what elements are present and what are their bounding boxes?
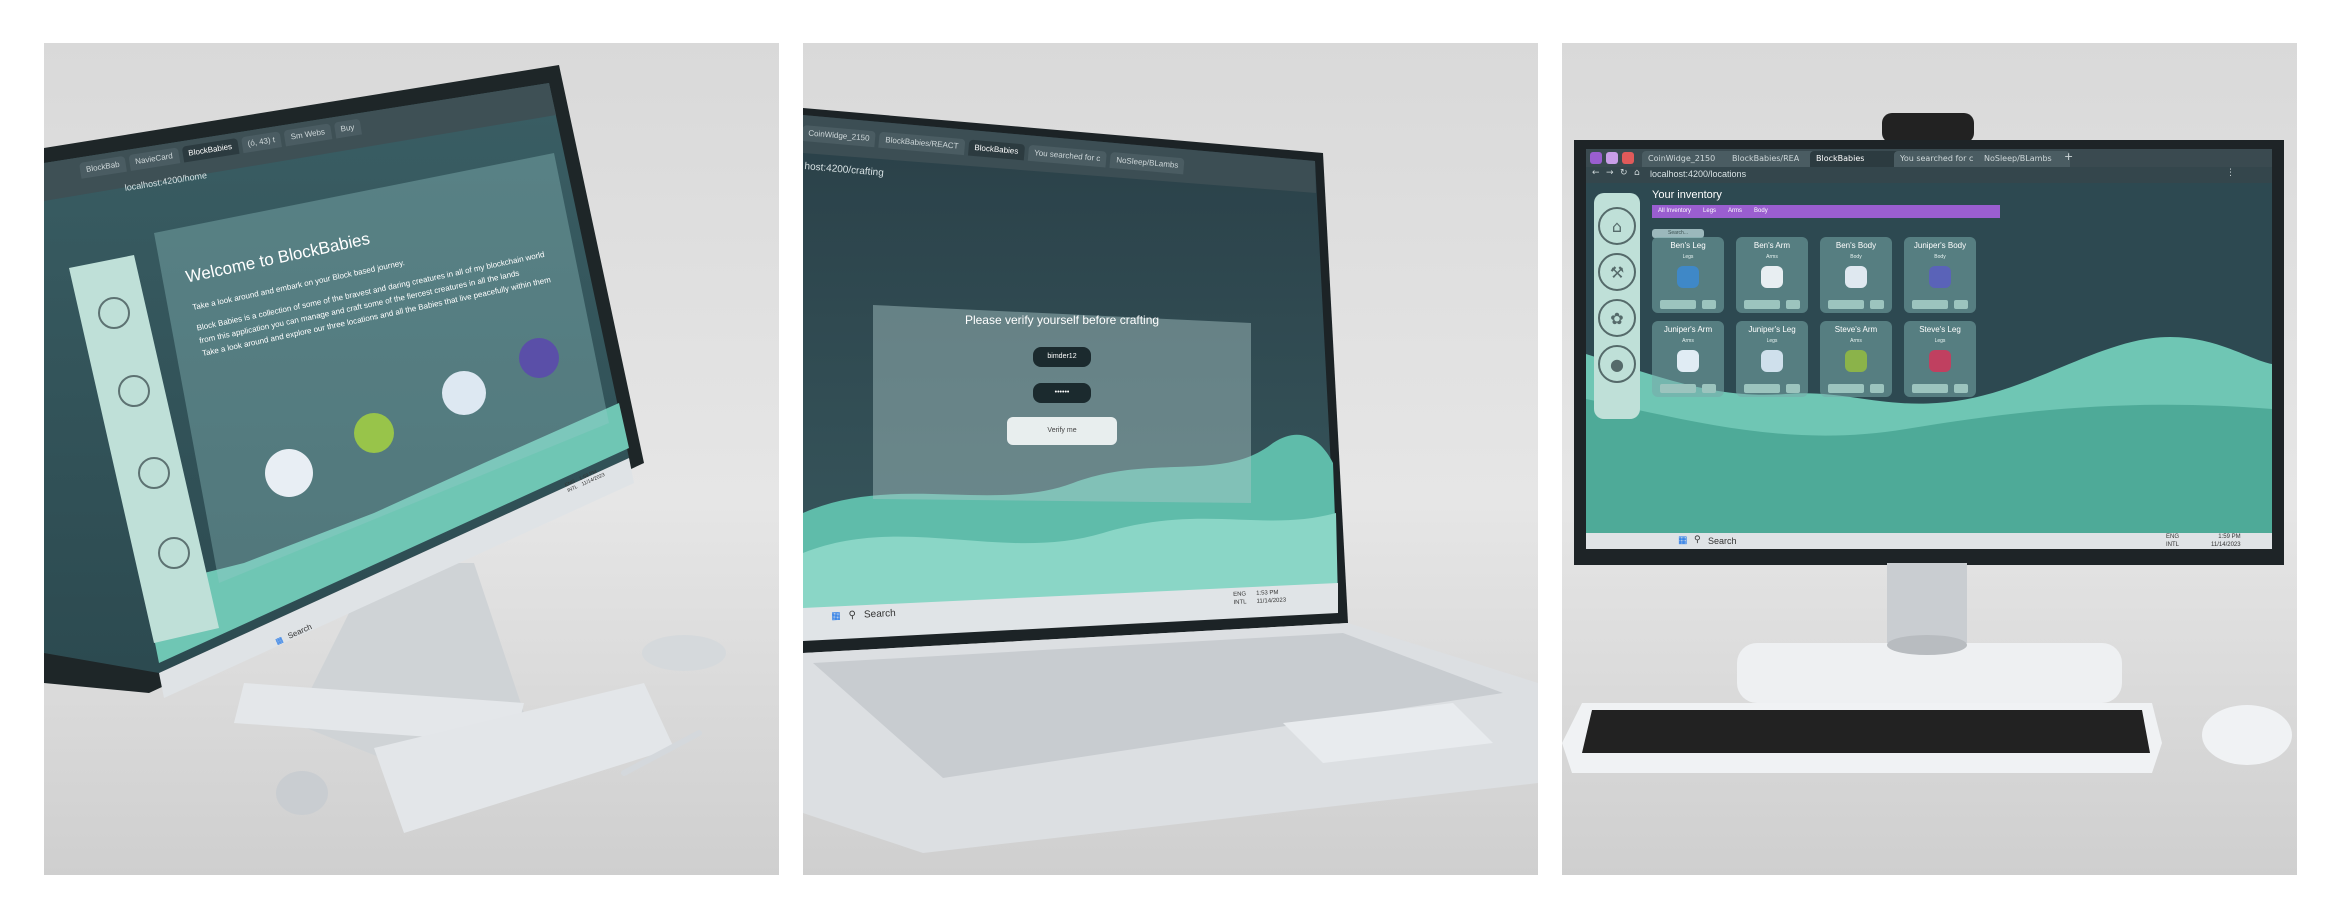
add-button[interactable] bbox=[1786, 384, 1800, 393]
inventory-card[interactable]: Juniper's Arm Arms bbox=[1652, 321, 1724, 397]
windows-start-icon[interactable]: ▦ bbox=[1678, 535, 1687, 546]
username-input[interactable]: bimder12 bbox=[1033, 347, 1091, 367]
quantity-field[interactable] bbox=[1912, 384, 1948, 393]
dial bbox=[276, 771, 328, 815]
part-image bbox=[1845, 266, 1867, 288]
card-actions bbox=[1744, 300, 1800, 309]
card-category: Legs bbox=[1682, 254, 1694, 260]
card-category: Body bbox=[1850, 254, 1862, 260]
part-image bbox=[1761, 266, 1783, 288]
filter-tab-body[interactable]: Body bbox=[1754, 205, 1768, 218]
language-indicator: ENG INTL bbox=[1233, 591, 1247, 606]
inventory-card[interactable]: Ben's Leg Legs bbox=[1652, 237, 1724, 313]
part-image bbox=[1677, 266, 1699, 288]
creature-white-robot bbox=[265, 449, 313, 497]
inventory-card[interactable]: Steve's Arm Arms bbox=[1820, 321, 1892, 397]
quantity-field[interactable] bbox=[1744, 384, 1780, 393]
verify-form: Please verify yourself before crafting b… bbox=[873, 305, 1251, 501]
inventory-card[interactable]: Ben's Body Body bbox=[1820, 237, 1892, 313]
photo-panel-desktop-inventory: CoinWidge_2150 BlockBabies/REA BlockBabi… bbox=[1562, 43, 2297, 875]
page-title: Your inventory bbox=[1652, 189, 1722, 201]
creature-blue-robot bbox=[442, 371, 486, 415]
inventory-card[interactable]: Juniper's Leg Legs bbox=[1736, 321, 1808, 397]
card-actions bbox=[1828, 300, 1884, 309]
add-button[interactable] bbox=[1702, 300, 1716, 309]
add-button[interactable] bbox=[1954, 384, 1968, 393]
search-icon: ⚲ bbox=[848, 609, 857, 622]
card-actions bbox=[1660, 384, 1716, 393]
card-actions bbox=[1912, 300, 1968, 309]
taskbar-search[interactable]: Search bbox=[1708, 536, 1737, 546]
card-category: Legs bbox=[1766, 338, 1778, 344]
add-button[interactable] bbox=[1702, 384, 1716, 393]
card-category: Legs bbox=[1934, 338, 1946, 344]
add-button[interactable] bbox=[1870, 300, 1884, 309]
filter-tab-legs[interactable]: Legs bbox=[1703, 205, 1716, 218]
clock: 1:59 PM 11/14/2023 bbox=[2211, 534, 2241, 548]
quantity-field[interactable] bbox=[1828, 384, 1864, 393]
card-name: Ben's Arm bbox=[1753, 241, 1791, 250]
quantity-field[interactable] bbox=[1660, 384, 1696, 393]
filter-tab-arms[interactable]: Arms bbox=[1728, 205, 1742, 218]
filter-tabs: All Inventory Legs Arms Body bbox=[1652, 205, 2000, 218]
quantity-field[interactable] bbox=[1744, 300, 1780, 309]
creature-green-robot bbox=[354, 413, 394, 453]
photo-panel-laptop-crafting: CoinWidge_2150 BlockBabies/REACT BlockBa… bbox=[803, 43, 1538, 875]
language-indicator: ENG INTL bbox=[2166, 534, 2180, 548]
part-image bbox=[1929, 350, 1951, 372]
filter-tab-all[interactable]: All Inventory bbox=[1658, 205, 1691, 218]
part-image bbox=[1929, 266, 1951, 288]
add-button[interactable] bbox=[1786, 300, 1800, 309]
inventory-card[interactable]: Juniper's Body Body bbox=[1904, 237, 1976, 313]
webcam bbox=[1882, 113, 1974, 143]
all-in-one-device bbox=[44, 65, 726, 833]
crafting-icon[interactable]: ✿ bbox=[1598, 299, 1636, 337]
card-category: Arms bbox=[1766, 254, 1778, 260]
add-button[interactable] bbox=[1954, 300, 1968, 309]
card-name: Juniper's Arm bbox=[1663, 325, 1713, 334]
clock: 1:53 PM 11/14/2023 bbox=[1256, 589, 1287, 605]
taskbar-search[interactable]: Search bbox=[864, 608, 896, 620]
inventory-card[interactable]: Steve's Leg Legs bbox=[1904, 321, 1976, 397]
mouse bbox=[642, 635, 726, 671]
card-category: Body bbox=[1934, 254, 1946, 260]
photo-panel-desktop-home: localhost:4200/home BlockBab NavieCard B… bbox=[44, 43, 779, 875]
card-name: Ben's Leg bbox=[1670, 241, 1706, 250]
part-image bbox=[1761, 350, 1783, 372]
card-name: Juniper's Leg bbox=[1748, 325, 1796, 334]
creature-purple-robot bbox=[519, 338, 559, 378]
card-actions bbox=[1660, 300, 1716, 309]
sidebar: ⌂ ⚒ ✿ ● bbox=[1594, 193, 1640, 419]
part-image bbox=[1845, 350, 1867, 372]
card-actions bbox=[1912, 384, 1968, 393]
anvil-icon[interactable]: ⚒ bbox=[1598, 253, 1636, 291]
location-pin-icon[interactable]: ● bbox=[1598, 345, 1636, 383]
quantity-field[interactable] bbox=[1912, 300, 1948, 309]
verify-title: Please verify yourself before crafting bbox=[964, 313, 1160, 327]
card-category: Arms bbox=[1850, 338, 1862, 344]
windows-start-icon[interactable]: ▦ bbox=[831, 611, 841, 622]
card-name: Ben's Body bbox=[1835, 241, 1877, 250]
verify-button[interactable]: Verify me bbox=[1007, 417, 1117, 445]
search-icon: ⚲ bbox=[1694, 535, 1701, 545]
card-name: Steve's Arm bbox=[1834, 325, 1878, 334]
taskbar: ▦ ⚲ Search ENG INTL 1:59 PM 11/14/2023 bbox=[1586, 533, 2272, 549]
mouse bbox=[2202, 705, 2292, 765]
card-name: Juniper's Body bbox=[1913, 241, 1967, 250]
add-button[interactable] bbox=[1870, 384, 1884, 393]
monitor-screen: CoinWidge_2150 BlockBabies/REA BlockBabi… bbox=[1586, 149, 2272, 549]
inventory-card[interactable]: Ben's Arm Arms bbox=[1736, 237, 1808, 313]
card-category: Arms bbox=[1682, 338, 1694, 344]
part-image bbox=[1677, 350, 1699, 372]
quantity-field[interactable] bbox=[1660, 300, 1696, 309]
home-icon[interactable]: ⌂ bbox=[1598, 207, 1636, 245]
quantity-field[interactable] bbox=[1828, 300, 1864, 309]
card-actions bbox=[1744, 384, 1800, 393]
card-actions bbox=[1828, 384, 1884, 393]
card-name: Steve's Leg bbox=[1919, 325, 1961, 334]
password-input[interactable]: •••••• bbox=[1033, 383, 1091, 403]
